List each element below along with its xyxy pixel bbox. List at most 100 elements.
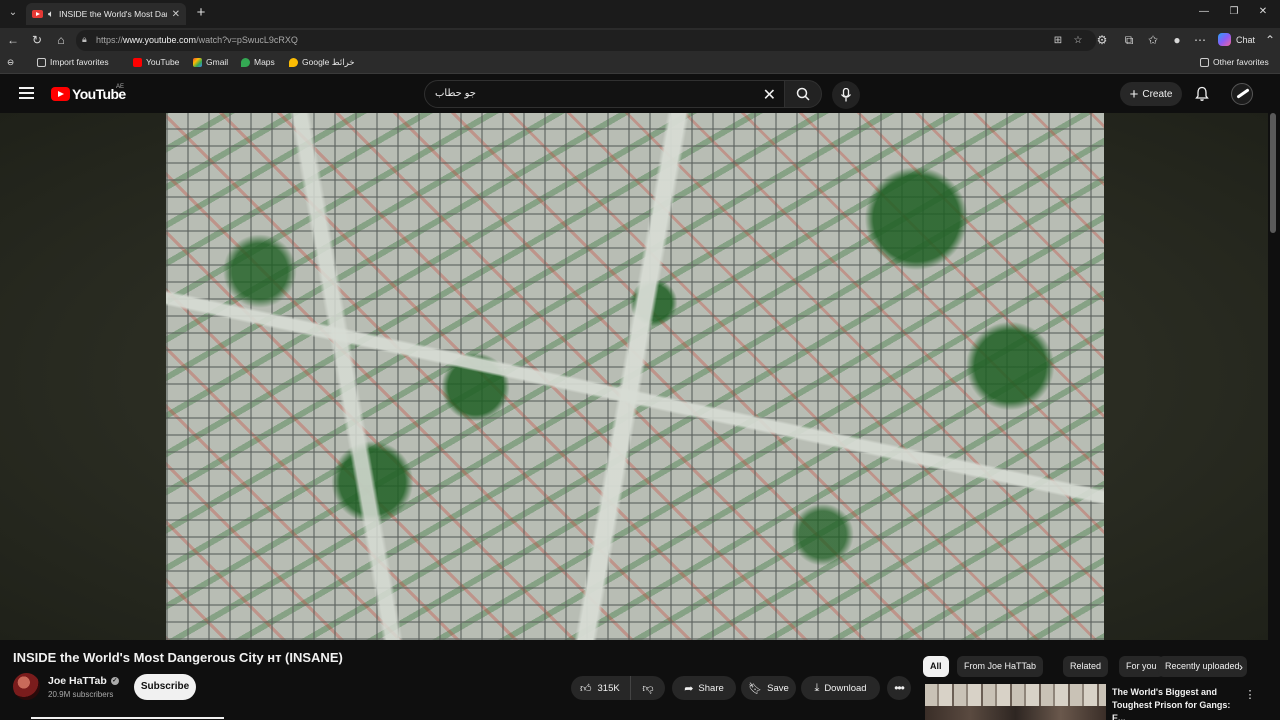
- dislike-button[interactable]: 👎︎: [631, 682, 665, 695]
- close-window-icon[interactable]: ✕: [1254, 6, 1272, 17]
- maps-pin-icon: [289, 58, 298, 67]
- chip-from-channel[interactable]: From Joe HaTTab: [957, 656, 1044, 677]
- channel-avatar[interactable]: [13, 673, 40, 700]
- url-field[interactable]: 🔒︎ https://www.youtube.com/watch?v=pSwuc…: [76, 30, 1096, 51]
- bookmark-import-favorites[interactable]: Import favorites: [37, 57, 109, 67]
- thumbs-down-icon: 👎︎: [642, 682, 654, 695]
- chevron-right-icon[interactable]: ›: [1233, 658, 1249, 676]
- account-avatar[interactable]: [1231, 83, 1253, 105]
- download-label: Download: [824, 682, 867, 694]
- new-tab-icon[interactable]: +: [193, 5, 209, 21]
- bookmark-gmail[interactable]: Gmail: [193, 57, 228, 67]
- download-button[interactable]: ⤓ Download: [801, 676, 880, 700]
- save-label: Save: [767, 682, 789, 694]
- browser-tab-strip: ⌄ 🔈︎ INSIDE the World's Most Dangerous C…: [0, 0, 1280, 28]
- close-tab-icon[interactable]: ✕: [172, 9, 180, 20]
- youtube-header: YouTube AE جو حطاب ✕ + Create: [0, 75, 1280, 113]
- share-button[interactable]: ➦ Share: [672, 676, 736, 700]
- lock-icon[interactable]: 🔒︎: [82, 34, 92, 46]
- back-icon[interactable]: ←: [5, 32, 21, 48]
- profile-icon[interactable]: ●: [1169, 32, 1185, 48]
- bookmark-label: Gmail: [206, 57, 229, 67]
- maps-pin-icon: [241, 57, 250, 67]
- recommendation-title[interactable]: The World's Biggest and Toughest Prison …: [1112, 686, 1244, 720]
- clear-search-icon[interactable]: ✕: [763, 85, 776, 105]
- share-arrow-icon: ➦: [684, 682, 694, 695]
- verified-badge-icon: ✓: [110, 677, 119, 685]
- thumbs-up-icon: 👍︎: [580, 682, 592, 695]
- bookmark-label: Other favorites: [1213, 57, 1269, 67]
- extensions-icon[interactable]: ⚙: [1094, 32, 1110, 48]
- youtube-favicon-icon: [32, 10, 43, 18]
- notifications-bell-icon[interactable]: [1194, 86, 1210, 102]
- youtube-icon: [133, 57, 142, 67]
- more-actions-button[interactable]: •••: [887, 676, 911, 700]
- browser-tab[interactable]: 🔈︎ INSIDE the World's Most Dangerous Cit…: [26, 3, 186, 25]
- bookmark-label: Import favorites: [50, 57, 109, 67]
- maximize-icon[interactable]: ❐: [1225, 6, 1243, 17]
- home-icon[interactable]: ⌂: [53, 32, 69, 48]
- favorite-star-icon[interactable]: ☆: [1071, 34, 1085, 48]
- plus-icon: +: [1129, 85, 1139, 103]
- bookmark-other-favorites[interactable]: Other favorites: [1200, 57, 1269, 67]
- bookmark-icon: 🔖︎: [748, 682, 763, 695]
- watch-progress-bar: [31, 717, 224, 719]
- chip-all[interactable]: All: [923, 656, 949, 677]
- folder-icon: [1200, 57, 1209, 67]
- voice-search-button[interactable]: [832, 81, 860, 109]
- bookmark-label: YouTube: [146, 57, 180, 67]
- video-player[interactable]: [166, 113, 1104, 640]
- chat-label: Chat: [1236, 34, 1256, 45]
- favorites-icon[interactable]: ✩: [1145, 32, 1161, 48]
- url-text: https://www.youtube.com/watch?v=pSwucL9c…: [96, 35, 298, 45]
- channel-name-link[interactable]: Joe HaTTab ✓: [48, 675, 119, 687]
- refresh-icon[interactable]: ↻: [29, 32, 45, 48]
- settings-more-icon[interactable]: ⋯: [1192, 32, 1208, 48]
- create-button[interactable]: + Create: [1120, 82, 1182, 106]
- chip-for-you[interactable]: For you: [1119, 656, 1164, 677]
- like-button[interactable]: 👍︎ 315K: [571, 676, 631, 700]
- create-label: Create: [1142, 88, 1173, 100]
- region-code: AE: [116, 84, 125, 90]
- split-screen-icon[interactable]: ⧉: [1121, 32, 1137, 48]
- download-icon: ⤓: [814, 681, 820, 694]
- page-scrollbar[interactable]: [1270, 113, 1276, 233]
- search-input[interactable]: جو حطاب ✕: [424, 80, 785, 108]
- bookmarks-bar: ⊖ Import favorites YouTube Gmail Maps Go…: [0, 53, 1280, 74]
- app-available-icon[interactable]: ⊞: [1051, 34, 1065, 48]
- share-label: Share: [698, 682, 724, 694]
- copilot-chat-button[interactable]: Chat: [1218, 33, 1255, 46]
- speaker-icon[interactable]: 🔈︎: [48, 9, 54, 20]
- copilot-icon: [1218, 33, 1231, 46]
- bookmark-label: Maps: [254, 57, 275, 67]
- search-icon: [796, 87, 810, 101]
- search-button[interactable]: [784, 80, 822, 108]
- subscriber-count: 20.9M subscribers: [48, 690, 114, 699]
- youtube-logo[interactable]: YouTube: [51, 86, 126, 102]
- sidebar-collapse-icon[interactable]: ⌃: [1262, 32, 1278, 48]
- address-bar-row: ← ↻ ⌂ 🔒︎ https://www.youtube.com/watch?v…: [0, 28, 1280, 53]
- bookmark-maps[interactable]: Maps: [241, 57, 275, 67]
- youtube-play-icon: [51, 87, 70, 101]
- recommendation-thumbnail[interactable]: [925, 684, 1106, 720]
- folder-icon: [37, 57, 46, 67]
- bookmark-label: Google خرائط: [302, 57, 355, 67]
- bookmark-youtube[interactable]: YouTube: [133, 57, 179, 67]
- tab-actions-menu-icon[interactable]: ⌄: [5, 5, 21, 21]
- more-vertical-icon[interactable]: ⋮: [1244, 688, 1256, 701]
- like-count: 315K: [597, 682, 620, 694]
- gmail-icon: [193, 57, 202, 67]
- reading-view-icon[interactable]: ⊖: [7, 57, 14, 68]
- tab-title: INSIDE the World's Most Dangerous City н…: [59, 9, 167, 19]
- save-button[interactable]: 🔖︎ Save: [741, 676, 796, 700]
- more-dots-icon: •••: [894, 681, 905, 695]
- subscribe-button[interactable]: Subscribe: [134, 674, 196, 700]
- search-query: جو حطاب: [435, 88, 476, 99]
- minimize-icon[interactable]: —: [1195, 6, 1213, 17]
- bookmark-google-maps-arabic[interactable]: Google خرائط: [289, 57, 355, 68]
- channel-name: Joe HaTTab: [48, 675, 107, 687]
- chip-related[interactable]: Related: [1063, 656, 1109, 677]
- like-dislike-group: 👍︎ 315K 👎︎: [571, 676, 665, 700]
- menu-icon[interactable]: [19, 87, 34, 99]
- video-title: INSIDE the World's Most Dangerous City н…: [13, 650, 343, 665]
